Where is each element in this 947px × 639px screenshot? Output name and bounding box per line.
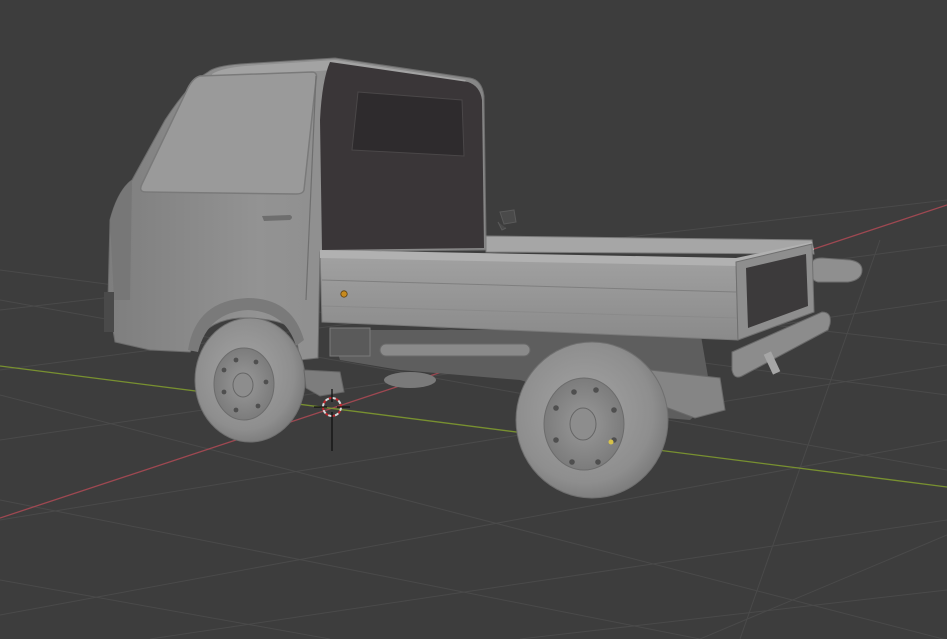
bed-side-panel[interactable] <box>319 251 739 341</box>
door-window <box>139 71 318 195</box>
exhaust-pipe <box>379 343 531 357</box>
side-mirror[interactable] <box>497 209 517 231</box>
cabin-rear-window <box>351 91 465 157</box>
front-wheel[interactable] <box>194 317 306 443</box>
cabin-front-corner <box>110 180 132 300</box>
front-suspension <box>303 369 345 397</box>
rear-wheel[interactable] <box>515 341 669 499</box>
spare-tire-side <box>811 257 863 283</box>
front-side-lamp <box>104 292 114 332</box>
bed-far-rail <box>485 235 815 255</box>
object-origin-dot <box>608 439 614 445</box>
truck-model[interactable] <box>104 57 863 499</box>
3d-viewport[interactable] <box>0 0 947 639</box>
muffler <box>384 372 436 388</box>
viewport-canvas[interactable] <box>0 0 947 639</box>
side-reflector <box>340 290 348 298</box>
3d-cursor-icon[interactable] <box>314 389 350 451</box>
side-storage-box <box>329 327 371 357</box>
y-axis-line <box>0 365 947 488</box>
